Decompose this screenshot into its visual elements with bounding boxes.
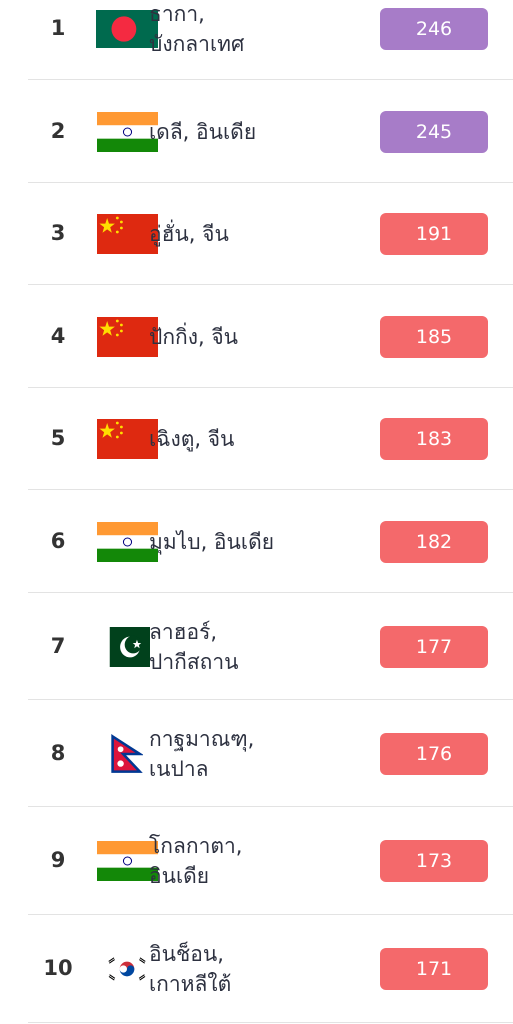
rank-number: 1 bbox=[50, 16, 66, 40]
city-name: เฉิงตู, จีน bbox=[149, 427, 235, 451]
aqi-badge: 245 bbox=[380, 110, 488, 153]
city-ranking-list: 1 ธากา, บังกลาเทศ 246 2 เดลี, อินเดีย 245… bbox=[0, 0, 513, 1024]
rank-number: 4 bbox=[50, 323, 66, 348]
aqi-badge: 171 bbox=[380, 948, 488, 990]
ranking-row-4[interactable]: 4 ปักกิ่ง, จีน 185 bbox=[28, 285, 513, 388]
city-name: ลาฮอร์, ปากีสถาน bbox=[149, 619, 239, 674]
rank-number: 10 bbox=[43, 956, 73, 980]
rank-number: 5 bbox=[50, 426, 66, 450]
rank-number: 2 bbox=[50, 118, 66, 143]
aqi-badge: 185 bbox=[380, 315, 488, 358]
aqi-badge: 183 bbox=[380, 418, 488, 460]
rank-number: 3 bbox=[50, 221, 66, 245]
aqi-badge: 246 bbox=[380, 8, 488, 50]
aqi-badge: 191 bbox=[380, 213, 488, 255]
aqi-badge: 176 bbox=[380, 732, 488, 775]
ranking-row-7[interactable]: 7 ลาฮอร์, ปากีสถาน 177 bbox=[28, 593, 513, 700]
ranking-row-5[interactable]: 5 เฉิงตู, จีน 183 bbox=[28, 388, 513, 490]
aqi-badge: 177 bbox=[380, 625, 488, 668]
city-name: มุมไบ, อินเดีย bbox=[149, 529, 275, 554]
nepal-flag-icon bbox=[111, 733, 143, 774]
ranking-row-9[interactable]: 9 โกลกาตา, อินเดีย 173 bbox=[28, 807, 513, 915]
city-name: อู่ฮั่น, จีน bbox=[149, 222, 229, 246]
ranking-row-8[interactable]: 8 กาฐมาณฑุ, เนปาล 176 bbox=[28, 700, 513, 807]
rank-number: 6 bbox=[50, 528, 66, 553]
ranking-row-1[interactable]: 1 ธากา, บังกลาเทศ 246 bbox=[28, 0, 513, 80]
rank-number: 7 bbox=[50, 633, 66, 658]
ranking-row-3[interactable]: 3 อู่ฮั่น, จีน 191 bbox=[28, 183, 513, 285]
south-korea-flag-icon bbox=[105, 952, 149, 986]
pakistan-flag-icon bbox=[104, 626, 150, 667]
ranking-row-10[interactable]: 10 อินช็อน, เกาหลีใต้ 171 bbox=[28, 915, 513, 1023]
aqi-badge: 182 bbox=[380, 520, 488, 563]
city-name: กาฐมาณฑุ, เนปาล bbox=[149, 726, 255, 781]
aqi-badge: 173 bbox=[380, 840, 488, 882]
city-name: ธากา, บังกลาเทศ bbox=[149, 2, 245, 56]
ranking-row-2[interactable]: 2 เดลี, อินเดีย 245 bbox=[28, 80, 513, 183]
city-name: อินช็อน, เกาหลีใต้ bbox=[149, 942, 232, 996]
city-name: ปักกิ่ง, จีน bbox=[149, 324, 239, 349]
rank-number: 9 bbox=[50, 848, 66, 872]
rank-number: 8 bbox=[50, 740, 66, 765]
city-name: โกลกาตา, อินเดีย bbox=[149, 834, 243, 888]
ranking-row-6[interactable]: 6 มุมไบ, อินเดีย 182 bbox=[28, 490, 513, 593]
city-name: เดลี, อินเดีย bbox=[149, 119, 257, 144]
